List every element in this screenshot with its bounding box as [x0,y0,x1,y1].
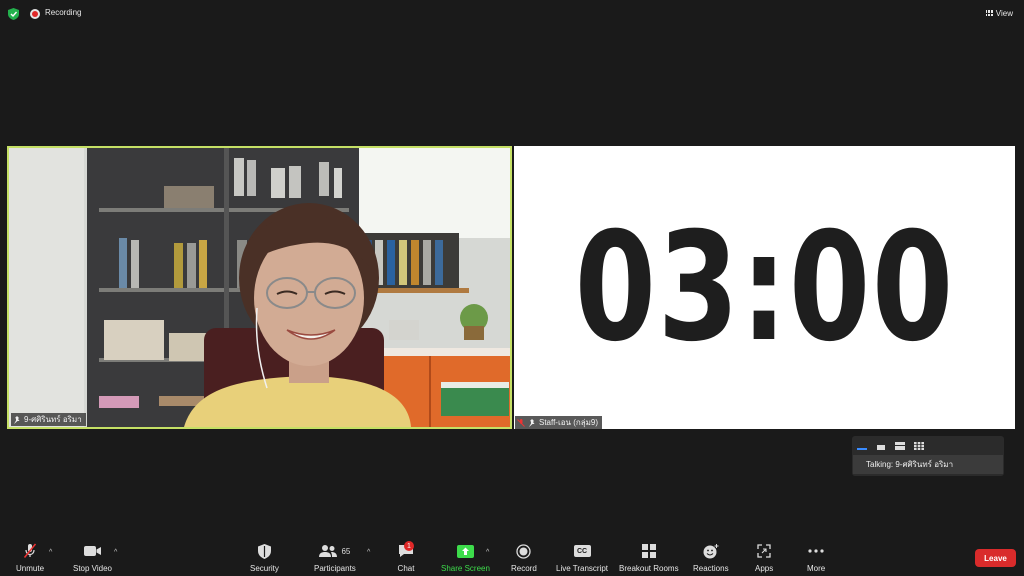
participants-icon [319,545,338,557]
single-tile-layout-icon[interactable] [876,442,886,450]
chat-label: Chat [397,564,415,573]
stop-video-label: Stop Video [73,564,112,573]
participants-button[interactable]: 65 Participants [314,540,356,573]
breakout-rooms-button[interactable]: Breakout Rooms [619,540,679,573]
staff-name: Staff-เอน (กลุ่ม9) [539,418,598,427]
mic-muted-icon [517,418,525,427]
participants-options-caret[interactable]: ^ [367,549,370,556]
pin-icon [529,418,535,427]
participant-video-feed [9,148,510,427]
more-button[interactable]: More [807,540,825,573]
breakout-rooms-icon [641,544,656,558]
top-bar: Recording View [0,0,1024,28]
participant-video-tile[interactable]: 9-ศศิรินทร์ อริมา [7,146,512,429]
grid-view-icon [985,10,993,16]
live-transcript-label: Live Transcript [556,564,609,573]
talking-label: Talking: [866,460,894,469]
staff-name-tag: Staff-เอน (กลุ่ม9) [515,416,602,429]
security-button[interactable]: Security [250,540,279,573]
participant-name-tag: 9-ศศิรินทร์ อริมา [11,413,86,426]
recording-label[interactable]: Recording [45,8,81,17]
shield-icon [257,543,271,559]
chat-button[interactable]: 1 Chat [396,540,416,573]
gallery-layout-icon[interactable] [914,442,924,450]
participants-label: Participants [314,564,356,573]
record-label: Record [511,564,537,573]
apps-button[interactable]: Apps [755,540,773,573]
security-label: Security [250,564,279,573]
cc-text: CC [576,547,588,555]
record-icon [516,543,532,559]
minimize-layout-icon[interactable] [857,442,867,450]
apps-label: Apps [755,564,774,573]
participants-count: 65 [341,546,351,556]
share-options-caret[interactable]: ^ [486,549,489,556]
closed-caption-icon: CC [573,545,591,557]
more-dots-icon [808,549,824,553]
chat-unread-badge: 1 [404,541,414,551]
strip-layout-icon[interactable] [895,442,905,450]
talking-name: 9-ศศิรินทร์ อริมา [895,460,954,469]
view-label: View [995,8,1013,18]
audio-options-caret[interactable]: ^ [49,549,52,556]
unmute-label: Unmute [16,564,45,573]
video-layout-options [857,440,924,452]
mic-muted-icon [23,543,37,558]
share-screen-icon [456,544,474,558]
unmute-button[interactable]: Unmute [16,540,44,573]
record-button[interactable]: Record [511,540,537,573]
video-camera-icon [83,546,101,556]
shield-check-icon[interactable] [8,8,19,20]
share-screen-button[interactable]: Share Screen [441,540,490,573]
reactions-label: Reactions [693,564,729,573]
pin-icon [14,415,20,424]
reactions-button[interactable]: Reactions [693,540,729,573]
more-label: More [807,564,826,573]
participant-name: 9-ศศิรินทร์ อริมา [24,415,82,424]
stop-video-button[interactable]: Stop Video [73,540,112,573]
breakout-rooms-label: Breakout Rooms [619,564,679,573]
meeting-toolbar: Unmute ^ Stop Video ^ Security 65 Partic… [0,536,1024,576]
video-options-caret[interactable]: ^ [114,549,117,556]
staff-video-tile[interactable]: 03:00 Staff-เอน (กลุ่ม9) [514,146,1015,429]
recording-icon [30,9,40,19]
share-screen-label: Share Screen [441,564,490,573]
talking-indicator-panel[interactable]: Talking: 9-ศศิรินทร์ อริมา [852,436,1004,476]
reactions-smiley-icon [703,543,719,558]
timer-text: 03:00 [574,200,955,375]
live-transcript-button[interactable]: CC Live Transcript [556,540,608,573]
view-button[interactable]: View [983,6,1016,20]
apps-icon [757,544,771,558]
talking-row: Talking: 9-ศศิรินทร์ อริมา [853,455,1003,474]
leave-button[interactable]: Leave [975,549,1016,567]
countdown-timer: 03:00 [514,146,1015,429]
